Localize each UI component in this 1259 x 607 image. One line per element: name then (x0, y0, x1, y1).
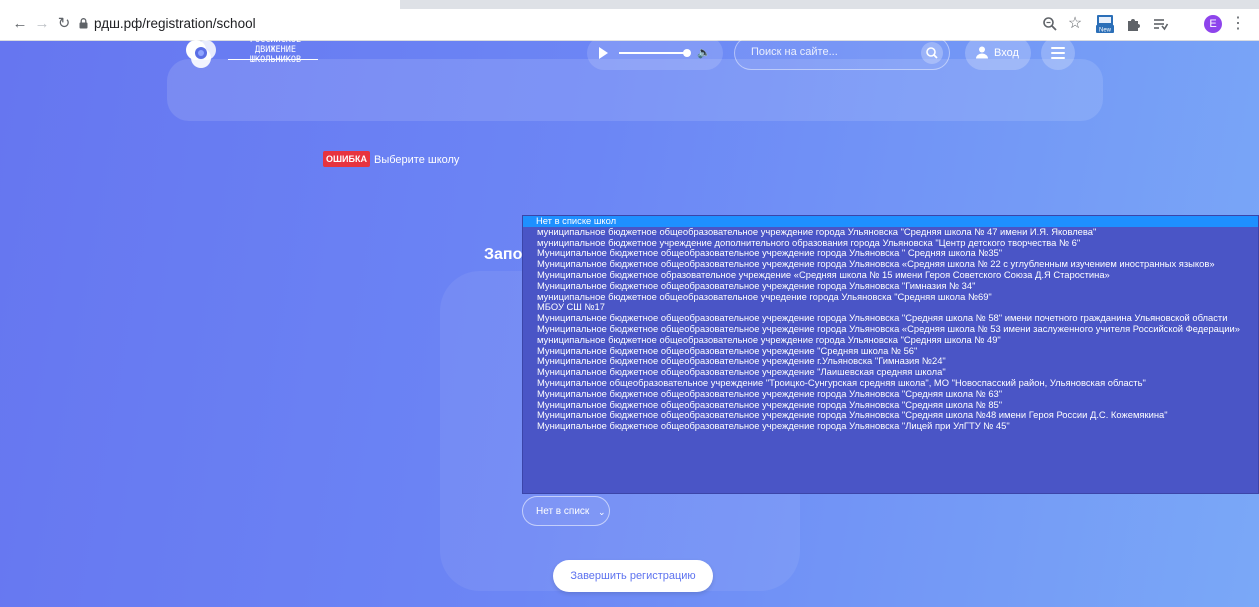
school-select[interactable]: Нет в списк ⌄ (522, 496, 610, 526)
volume-icon[interactable]: 🔈 (697, 45, 711, 61)
logo-line-2: ДВИЖЕНИЕ ШКОЛЬНИКОВ (249, 45, 302, 65)
site-search (734, 36, 950, 70)
chevron-down-icon: ⌄ (598, 507, 606, 517)
audio-player: 🔈 (587, 36, 723, 70)
dropdown-option[interactable]: муниципальное бюджетное общеобразователь… (523, 334, 1258, 346)
dropdown-option[interactable]: муниципальное бюджетное общеобразователь… (523, 291, 1258, 303)
active-tab[interactable] (0, 0, 400, 9)
reading-list-icon[interactable] (1151, 15, 1169, 33)
error-message: ОШИБКА Выберите школу (323, 151, 459, 167)
forward-icon[interactable]: → (33, 15, 51, 33)
finish-registration-button[interactable]: Завершить регистрацию (553, 560, 713, 592)
audio-progress-track[interactable] (619, 52, 685, 54)
school-select-value: Нет в списк (536, 506, 590, 517)
more-icon[interactable]: ⋮ (1229, 15, 1247, 33)
reload-icon[interactable]: ↻ (55, 15, 73, 33)
search-input[interactable] (749, 45, 913, 59)
dropdown-option[interactable]: Муниципальное бюджетное общеобразователь… (523, 388, 1258, 400)
error-text: Выберите школу (373, 154, 460, 166)
extension-new-icon[interactable]: New (1095, 14, 1115, 34)
logo-line-1: РОССИЙСКОЕ (249, 35, 302, 45)
star-icon[interactable]: ☆ (1066, 15, 1084, 33)
form-title: Запо (484, 246, 523, 263)
profile-avatar[interactable]: E (1204, 15, 1222, 33)
play-icon[interactable] (599, 47, 608, 59)
login-button[interactable]: Вход (965, 36, 1031, 70)
login-label: Вход (994, 47, 1019, 59)
logo-emblem-icon (186, 40, 216, 68)
zoom-icon[interactable] (1041, 15, 1059, 33)
logo-text: РОССИЙСКОЕ ДВИЖЕНИЕ ШКОЛЬНИКОВ (228, 35, 323, 65)
address-bar[interactable]: рдш.рф/registration/school (94, 15, 256, 33)
school-dropdown-list[interactable]: Нет в списке школ муниципальное бюджетное… (522, 215, 1259, 494)
back-icon[interactable]: ← (11, 15, 29, 33)
puzzle-icon[interactable] (1124, 15, 1142, 33)
audio-progress-thumb[interactable] (683, 49, 691, 57)
extension-new-label: New (1099, 27, 1112, 33)
dropdown-option[interactable]: Муниципальное бюджетное общеобразователь… (523, 420, 1258, 432)
error-badge: ОШИБКА (323, 151, 370, 167)
dropdown-option[interactable]: муниципальное бюджетное общеобразователь… (523, 226, 1258, 238)
user-icon (976, 46, 988, 59)
logo-underline (228, 59, 318, 60)
dropdown-option[interactable]: Муниципальное бюджетное общеобразователь… (523, 280, 1258, 292)
site-logo[interactable]: РОССИЙСКОЕ ДВИЖЕНИЕ ШКОЛЬНИКОВ (183, 33, 353, 73)
lock-icon[interactable] (79, 18, 88, 29)
tab-strip (0, 0, 1259, 9)
search-button[interactable] (921, 42, 943, 64)
search-icon (926, 47, 938, 59)
hamburger-menu-icon[interactable] (1041, 36, 1075, 70)
